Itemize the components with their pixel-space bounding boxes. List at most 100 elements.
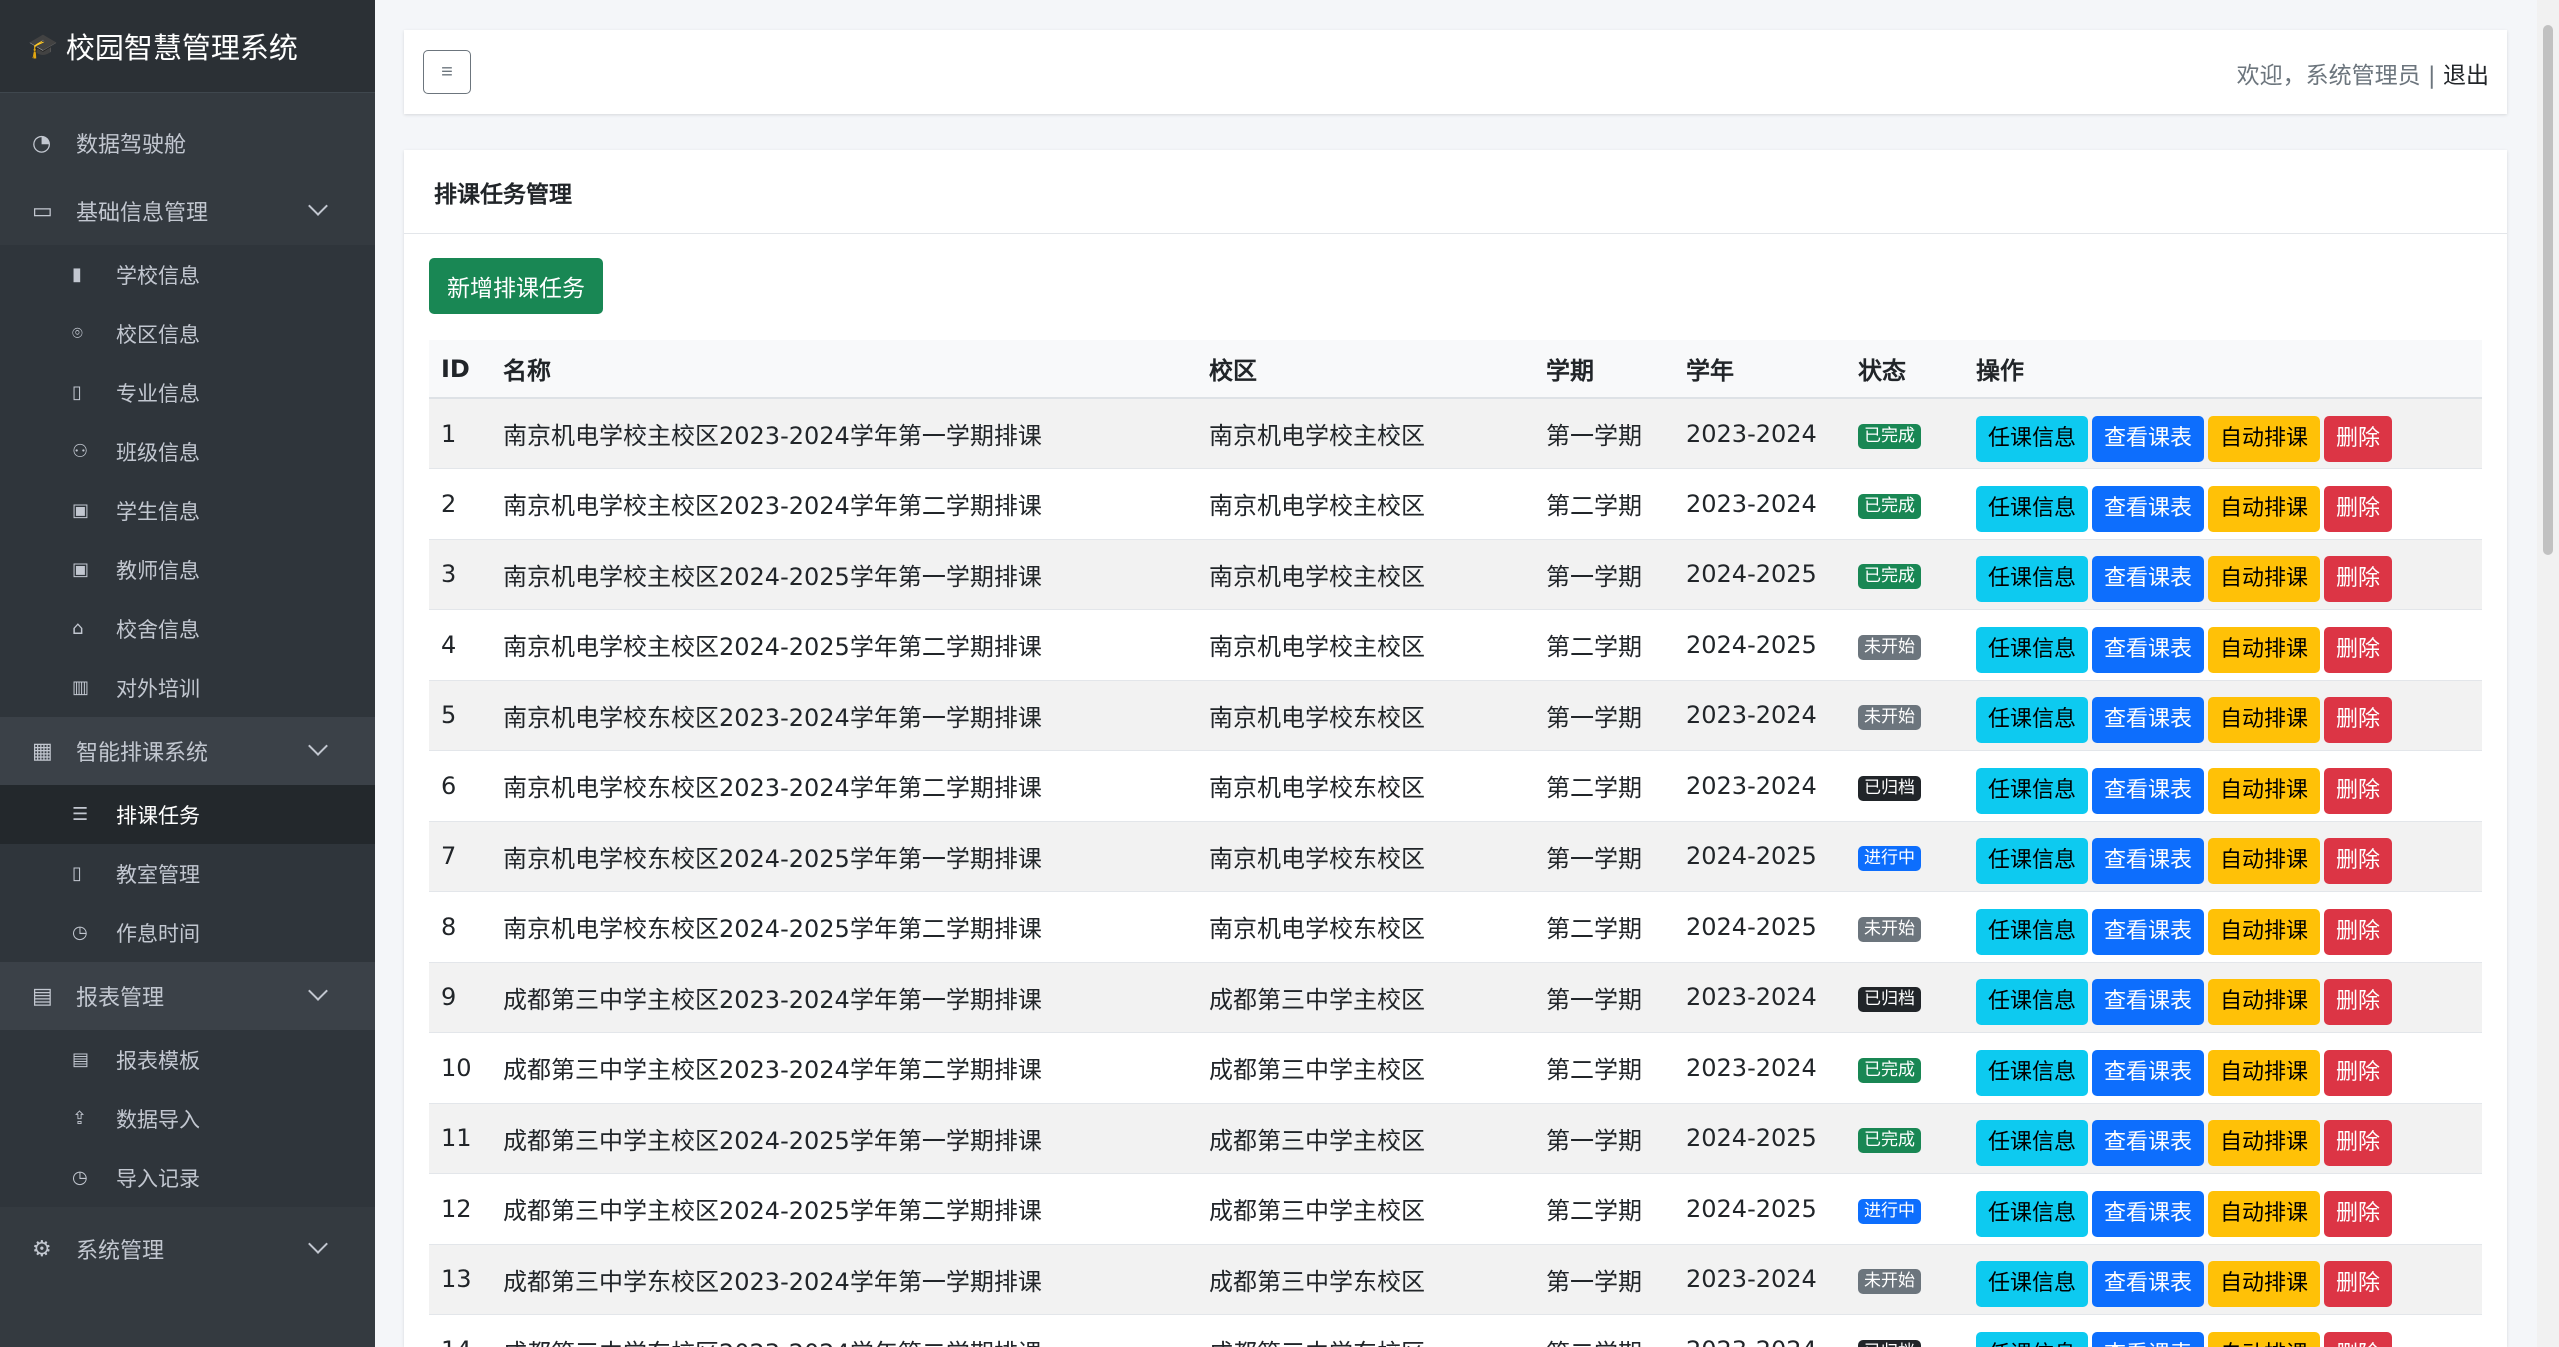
sidebar-item-reports[interactable]: ▤ 报表管理 — [0, 962, 375, 1030]
delete-button[interactable]: 删除 — [2324, 979, 2393, 1026]
sidebar-item-schedule[interactable]: ▦ 智能排课系统 — [0, 717, 375, 785]
auto-schedule-button[interactable]: 自动排课 — [2208, 415, 2321, 462]
teaching-info-button[interactable]: 任课信息 — [1976, 767, 2089, 814]
sidebar-item-report-template[interactable]: ▤ 报表模板 — [0, 1030, 375, 1089]
teaching-info-button[interactable]: 任课信息 — [1976, 908, 2089, 955]
scrollbar-thumb[interactable] — [2543, 25, 2553, 555]
auto-schedule-button[interactable]: 自动排课 — [2208, 626, 2321, 673]
sidebar-item-class[interactable]: ⚇ 班级信息 — [0, 422, 375, 481]
view-timetable-button[interactable]: 查看课表 — [2092, 697, 2205, 744]
teaching-info-button[interactable]: 任课信息 — [1976, 979, 2089, 1026]
sidebar-item-teacher[interactable]: ▣ 教师信息 — [0, 540, 375, 599]
sidebar-submenu-basic: ▮ 学校信息 ⌾ 校区信息 ▯ 专业信息 ⚇ 班级信息 ▣ 学生信息 ▣ 教师信息 ⌂ 校舍信… — [0, 245, 375, 717]
hamburger-menu-icon[interactable]: ≡ — [423, 50, 471, 94]
delete-button[interactable]: 删除 — [2324, 1261, 2393, 1308]
teaching-info-button[interactable]: 任课信息 — [1976, 556, 2089, 603]
table-row: 10 成都第三中学主校区2023-2024学年第二学期排课 成都第三中学主校区 第二学… — [429, 1032, 2482, 1103]
cell-year: 2023-2024 — [1674, 750, 1846, 821]
auto-schedule-button[interactable]: 自动排课 — [2208, 908, 2321, 955]
auto-schedule-button[interactable]: 自动排课 — [2208, 1190, 2321, 1237]
auto-schedule-button[interactable]: 自动排课 — [2208, 838, 2321, 885]
teaching-info-button[interactable]: 任课信息 — [1976, 1120, 2089, 1167]
view-timetable-button[interactable]: 查看课表 — [2092, 908, 2205, 955]
teaching-info-button[interactable]: 任课信息 — [1976, 626, 2089, 673]
delete-button[interactable]: 删除 — [2324, 1332, 2393, 1347]
view-timetable-button[interactable]: 查看课表 — [2092, 1261, 2205, 1308]
delete-button[interactable]: 删除 — [2324, 1120, 2393, 1167]
sidebar-item-import-history[interactable]: ◷ 导入记录 — [0, 1148, 375, 1207]
logout-link[interactable]: 退出 — [2443, 63, 2489, 89]
teaching-info-button[interactable]: 任课信息 — [1976, 485, 2089, 532]
view-timetable-button[interactable]: 查看课表 — [2092, 838, 2205, 885]
view-timetable-button[interactable]: 查看课表 — [2092, 1120, 2205, 1167]
sidebar-item-school[interactable]: ▮ 学校信息 — [0, 245, 375, 304]
page-scrollbar[interactable] — [2537, 0, 2559, 1347]
teaching-info-button[interactable]: 任课信息 — [1976, 415, 2089, 462]
auto-schedule-button[interactable]: 自动排课 — [2208, 1261, 2321, 1308]
view-timetable-button[interactable]: 查看课表 — [2092, 979, 2205, 1026]
cell-status: 进行中 — [1846, 1173, 1964, 1244]
teaching-info-button[interactable]: 任课信息 — [1976, 1049, 2089, 1096]
cell-campus: 成都第三中学主校区 — [1197, 961, 1534, 1033]
teaching-info-button[interactable]: 任课信息 — [1976, 1332, 2089, 1347]
table-row: 5 南京机电学校东校区2023-2024学年第一学期排课 南京机电学校东校区 第一学期… — [429, 679, 2482, 751]
sidebar-item-schedule-tasks[interactable]: ☰ 排课任务 — [0, 785, 375, 844]
teaching-info-button[interactable]: 任课信息 — [1976, 838, 2089, 885]
cell-actions: 任课信息查看课表自动排课删除 — [1964, 820, 2482, 892]
sidebar-item-campus[interactable]: ⌾ 校区信息 — [0, 304, 375, 363]
sidebar-item-timetable[interactable]: ◷ 作息时间 — [0, 903, 375, 962]
delete-button[interactable]: 删除 — [2324, 697, 2393, 744]
delete-button[interactable]: 删除 — [2324, 1190, 2393, 1237]
teaching-info-button[interactable]: 任课信息 — [1976, 697, 2089, 744]
delete-button[interactable]: 删除 — [2324, 1049, 2393, 1096]
view-timetable-button[interactable]: 查看课表 — [2092, 1049, 2205, 1096]
view-timetable-button[interactable]: 查看课表 — [2092, 767, 2205, 814]
sidebar-item-classroom[interactable]: ▯ 教室管理 — [0, 844, 375, 903]
cell-year: 2023-2024 — [1674, 468, 1846, 539]
teacher-icon: ▣ — [72, 559, 90, 580]
cell-status: 进行中 — [1846, 820, 1964, 892]
view-timetable-button[interactable]: 查看课表 — [2092, 485, 2205, 532]
add-schedule-task-button[interactable]: 新增排课任务 — [429, 258, 603, 314]
teaching-info-button[interactable]: 任课信息 — [1976, 1190, 2089, 1237]
auto-schedule-button[interactable]: 自动排课 — [2208, 556, 2321, 603]
sidebar-item-dashboard[interactable]: ◔ 数据驾驶舱 — [0, 109, 375, 177]
auto-schedule-button[interactable]: 自动排课 — [2208, 1332, 2321, 1347]
cell-name: 成都第三中学东校区2023-2024学年第二学期排课 — [491, 1314, 1197, 1347]
sidebar-item-student[interactable]: ▣ 学生信息 — [0, 481, 375, 540]
view-timetable-button[interactable]: 查看课表 — [2092, 1190, 2205, 1237]
view-timetable-button[interactable]: 查看课表 — [2092, 626, 2205, 673]
delete-button[interactable]: 删除 — [2324, 415, 2393, 462]
cell-name: 南京机电学校东校区2023-2024学年第一学期排课 — [491, 679, 1197, 751]
delete-button[interactable]: 删除 — [2324, 556, 2393, 603]
sidebar-item-basic[interactable]: ▭ 基础信息管理 — [0, 177, 375, 245]
template-icon: ▤ — [72, 1049, 90, 1070]
view-timetable-button[interactable]: 查看课表 — [2092, 556, 2205, 603]
brand[interactable]: 🎓 校园智慧管理系统 — [0, 0, 375, 93]
sidebar-item-training[interactable]: ▥ 对外培训 — [0, 658, 375, 717]
cell-term: 第二学期 — [1534, 891, 1674, 962]
cell-term: 第一学期 — [1534, 679, 1674, 751]
delete-button[interactable]: 删除 — [2324, 838, 2393, 885]
sidebar-item-data-import[interactable]: ⇪ 数据导入 — [0, 1089, 375, 1148]
view-timetable-button[interactable]: 查看课表 — [2092, 415, 2205, 462]
sidebar-submenu-schedule: ☰ 排课任务 ▯ 教室管理 ◷ 作息时间 — [0, 785, 375, 962]
sidebar-item-system[interactable]: ⚙ 系统管理 — [0, 1215, 375, 1283]
table-row: 9 成都第三中学主校区2023-2024学年第一学期排课 成都第三中学主校区 第一学期… — [429, 961, 2482, 1033]
auto-schedule-button[interactable]: 自动排课 — [2208, 697, 2321, 744]
auto-schedule-button[interactable]: 自动排课 — [2208, 1049, 2321, 1096]
cell-year: 2024-2025 — [1674, 1102, 1846, 1174]
teaching-info-button[interactable]: 任课信息 — [1976, 1261, 2089, 1308]
view-timetable-button[interactable]: 查看课表 — [2092, 1332, 2205, 1347]
auto-schedule-button[interactable]: 自动排课 — [2208, 485, 2321, 532]
cell-campus: 南京机电学校东校区 — [1197, 679, 1534, 751]
delete-button[interactable]: 删除 — [2324, 626, 2393, 673]
delete-button[interactable]: 删除 — [2324, 767, 2393, 814]
sidebar-item-major[interactable]: ▯ 专业信息 — [0, 363, 375, 422]
auto-schedule-button[interactable]: 自动排课 — [2208, 979, 2321, 1026]
auto-schedule-button[interactable]: 自动排课 — [2208, 1120, 2321, 1167]
delete-button[interactable]: 删除 — [2324, 908, 2393, 955]
sidebar-item-building[interactable]: ⌂ 校舍信息 — [0, 599, 375, 658]
delete-button[interactable]: 删除 — [2324, 485, 2393, 532]
auto-schedule-button[interactable]: 自动排课 — [2208, 767, 2321, 814]
